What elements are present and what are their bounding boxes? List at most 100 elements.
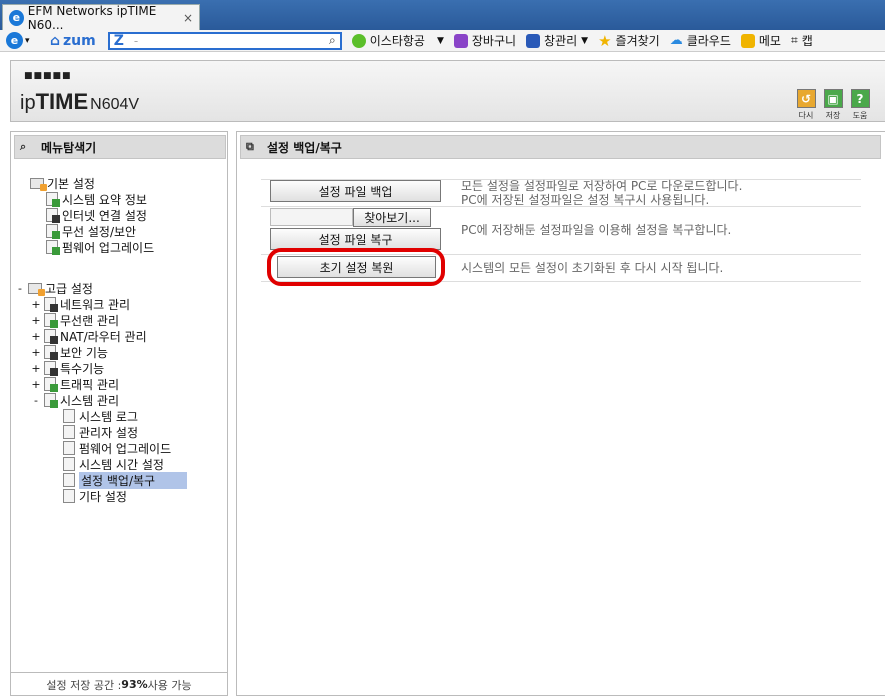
tree-label: 네트워크 관리	[60, 297, 131, 312]
panel-title-text: 메뉴탐색기	[41, 140, 97, 155]
search-icon[interactable]: ⌕	[329, 33, 336, 48]
tree-label-selected: 설정 백업/복구	[79, 471, 188, 489]
cloud-icon: ☁	[669, 33, 683, 48]
bookmark-4[interactable]: ★ 즐겨찾기	[598, 32, 660, 50]
tree-label: 펌웨어 업그레이드	[62, 240, 155, 255]
ie-menu-button[interactable]: e ▾	[6, 32, 36, 50]
storage-suffix: 사용 가능	[147, 678, 192, 692]
chart-icon	[46, 192, 60, 207]
bookmark-1[interactable]: 이스타항공 ▼	[351, 32, 444, 49]
tree-label: 특수기능	[60, 361, 105, 376]
collapse-icon[interactable]: -	[31, 394, 41, 407]
zum-label: zum	[63, 32, 96, 49]
memo-icon	[740, 33, 755, 48]
tree-security[interactable]: + 보안 기능	[31, 344, 108, 360]
bookmark-2[interactable]: 장바구니	[453, 32, 517, 49]
backup-desc-line1: 모든 설정을 설정파일로 저장하여 PC로 다운로드합니다.	[461, 179, 743, 193]
page-icon	[63, 473, 75, 487]
save-button[interactable]: ▣ 저장	[822, 89, 844, 121]
tree-fw-upgrade[interactable]: 펌웨어 업그레이드	[63, 440, 171, 456]
tree-system-mgmt[interactable]: - 시스템 관리	[31, 392, 119, 408]
crop-icon: ⌗	[790, 33, 798, 47]
bookmark-label: 창관리	[544, 34, 578, 48]
tree-special[interactable]: + 특수기능	[31, 360, 104, 376]
file-path-field[interactable]	[270, 208, 353, 226]
expand-icon[interactable]: +	[31, 298, 41, 311]
tree-firmware-upgrade[interactable]: 펌웨어 업그레이드	[46, 239, 154, 255]
tree-system-summary[interactable]: 시스템 요약 정보	[46, 191, 147, 207]
wireless-icon	[46, 224, 60, 239]
expand-icon[interactable]: +	[31, 314, 41, 327]
divider	[261, 206, 861, 207]
factory-reset-description: 시스템의 모든 설정이 초기화된 후 다시 시작 됩니다.	[461, 261, 724, 275]
bookmark-3[interactable]: 창관리 ▼	[526, 32, 588, 49]
zum-home-button[interactable]: ⌂ zum	[50, 33, 96, 49]
expand-icon[interactable]: +	[31, 362, 41, 375]
expand-icon[interactable]: +	[31, 330, 41, 343]
menu-explorer-title: ⌕ 메뉴탐색기	[14, 135, 226, 159]
expand-icon[interactable]: +	[31, 378, 41, 391]
tree-backup-restore[interactable]: 설정 백업/복구	[63, 471, 188, 489]
restore-description: PC에 저장해둔 설정파일을 이용해 설정을 복구합니다.	[461, 223, 732, 237]
wireless-icon	[44, 313, 58, 328]
tree-system-log[interactable]: 시스템 로그	[63, 408, 138, 424]
tree-label: 인터넷 연결 설정	[62, 208, 147, 223]
tree-wireless-security[interactable]: 무선 설정/보안	[46, 223, 136, 239]
tree-other-settings[interactable]: 기타 설정	[63, 488, 127, 504]
tree-label: 관리자 설정	[79, 425, 139, 440]
monitor-icon	[46, 208, 60, 223]
search-value: -	[133, 33, 139, 48]
backup-button[interactable]: 설정 파일 백업	[270, 180, 441, 202]
traffic-icon	[44, 377, 58, 392]
iptime-logo: ipTIME N604V	[20, 89, 139, 115]
star-icon: ★	[598, 31, 612, 50]
bookmark-5[interactable]: ☁ 클라우드	[670, 32, 731, 49]
tree-nat-router[interactable]: + NAT/라우터 관리	[31, 328, 147, 344]
bookmark-label: 클라우드	[686, 34, 731, 48]
tree-wlan-mgmt[interactable]: + 무선랜 관리	[31, 312, 119, 328]
bookmark-6[interactable]: 메모	[740, 32, 781, 49]
reload-icon: ↺	[796, 89, 816, 108]
tree-advanced-settings[interactable]: - 고급 설정	[15, 280, 93, 296]
page-icon	[63, 441, 75, 455]
chevron-down-icon: ▾	[25, 35, 30, 46]
help-icon: ?	[850, 89, 870, 108]
page-icon: ⧉	[246, 140, 254, 153]
help-button[interactable]: ? 도움	[849, 89, 871, 121]
browse-button[interactable]: 찾아보기...	[353, 208, 431, 227]
bookmark-label: 장바구니	[471, 34, 517, 48]
search-input[interactable]: Z - ⌕	[107, 31, 342, 50]
storage-status: 설정 저장 공간 : 93% 사용 가능	[11, 672, 227, 696]
network-icon	[44, 297, 58, 312]
tree-label: 고급 설정	[45, 281, 93, 296]
close-tab-icon[interactable]: ×	[183, 11, 193, 25]
collapse-icon[interactable]: -	[15, 282, 25, 295]
tree-traffic[interactable]: + 트래픽 관리	[31, 376, 119, 392]
expand-icon[interactable]: +	[31, 346, 41, 359]
page-icon	[63, 425, 75, 439]
tree-label: 무선 설정/보안	[62, 224, 137, 239]
content-title: ⧉ 설정 백업/복구	[240, 135, 881, 159]
browser-tab[interactable]: e EFM Networks ipTIME N60... ×	[2, 4, 200, 32]
magnifier-icon: ⌕	[20, 140, 27, 153]
page-icon	[63, 409, 75, 423]
tree-network-mgmt[interactable]: + 네트워크 관리	[31, 296, 130, 312]
bookmark-label: 즐겨찾기	[615, 34, 660, 48]
tree-label: 무선랜 관리	[60, 313, 120, 328]
tree-basic-settings[interactable]: 기본 설정	[30, 175, 95, 191]
save-label: 저장	[825, 111, 841, 120]
special-icon	[44, 361, 58, 376]
tree-admin-settings[interactable]: 관리자 설정	[63, 424, 138, 440]
save-icon: ▣	[823, 89, 843, 108]
brand-ip: ip	[20, 92, 36, 114]
tree-label: 트래픽 관리	[60, 377, 120, 392]
tree-label: 기본 설정	[47, 176, 95, 191]
bookmark-7[interactable]: ⌗ 캡	[791, 32, 813, 49]
tree-internet-setup[interactable]: 인터넷 연결 설정	[46, 207, 147, 223]
browser-toolbar: e ▾ ⌂ zum Z - ⌕ 이스타항공 ▼ 장바구니 창관리 ▼ ★ 즐겨찾…	[0, 30, 885, 52]
browser-tab-bar: e EFM Networks ipTIME N60... ×	[0, 0, 885, 32]
tree-time-settings[interactable]: 시스템 시간 설정	[63, 456, 164, 472]
storage-value: 93%	[121, 678, 148, 691]
restore-button[interactable]: 설정 파일 복구	[270, 228, 441, 250]
reload-button[interactable]: ↺ 다시	[795, 89, 817, 121]
